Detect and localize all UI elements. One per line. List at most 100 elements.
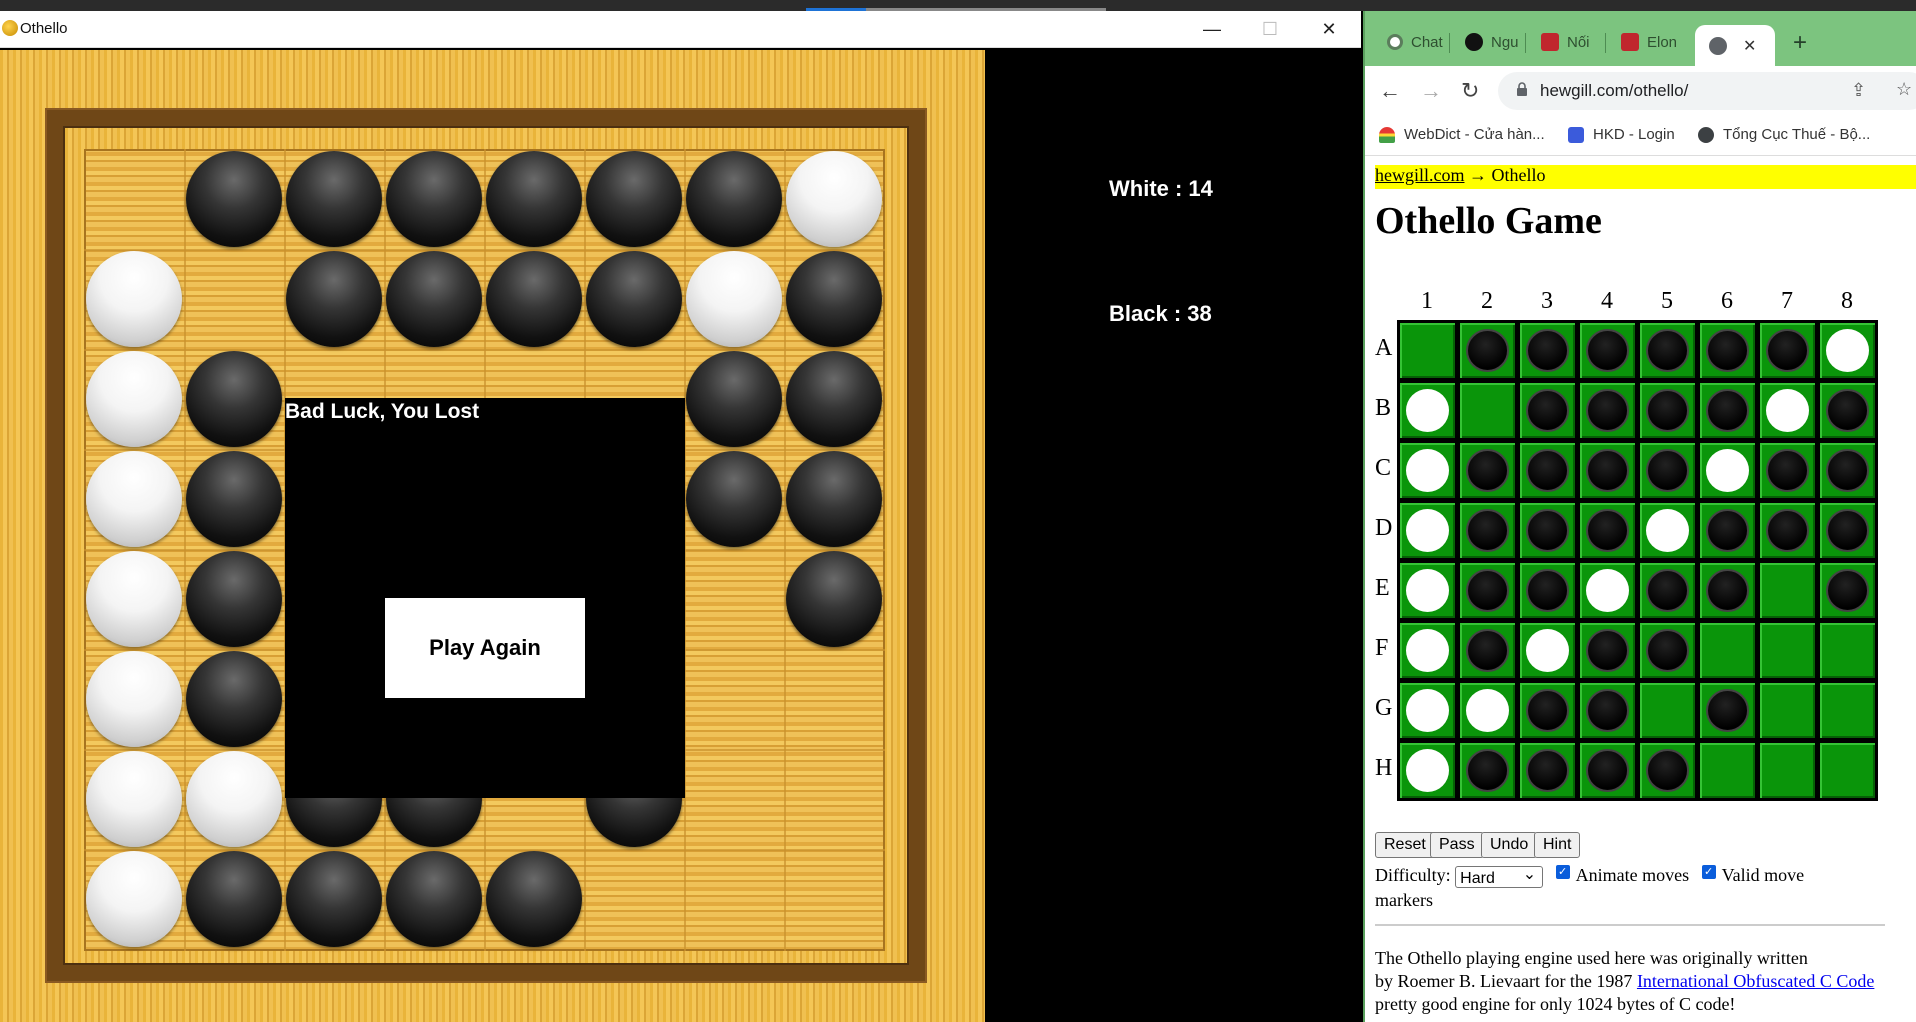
board-cell[interactable]	[1700, 323, 1755, 378]
board-cell[interactable]	[1700, 443, 1755, 498]
animate-checkbox[interactable]: ✓	[1555, 865, 1570, 879]
board-cell[interactable]	[1400, 443, 1455, 498]
board-cell[interactable]	[1580, 323, 1635, 378]
board-cell[interactable]	[1760, 743, 1815, 798]
board-cell[interactable]	[1820, 623, 1875, 678]
pass-button[interactable]: Pass	[1430, 832, 1484, 858]
board-cell[interactable]	[1460, 443, 1515, 498]
reset-button[interactable]: Reset	[1375, 832, 1435, 858]
forward-icon[interactable]: →	[1420, 78, 1442, 104]
tab-github[interactable]: Ngu	[1465, 25, 1519, 59]
board-cell[interactable]	[1640, 743, 1695, 798]
reload-icon[interactable]: ↻	[1461, 78, 1479, 104]
close-tab-icon[interactable]: ✕	[1743, 36, 1756, 56]
board-cell[interactable]	[1460, 623, 1515, 678]
board-cell[interactable]	[1700, 623, 1755, 678]
board-cell[interactable]	[1760, 383, 1815, 438]
black-disc	[586, 151, 682, 247]
board-cell[interactable]	[1820, 743, 1875, 798]
board-cell[interactable]	[1580, 563, 1635, 618]
board-cell[interactable]	[1400, 623, 1455, 678]
bookmark-tong-cuc-thue[interactable]: Tổng Cục Thuế - Bộ...	[1698, 126, 1870, 143]
board-cell[interactable]	[1520, 563, 1575, 618]
board-cell[interactable]	[1700, 743, 1755, 798]
board-cell[interactable]	[1400, 323, 1455, 378]
board-cell[interactable]	[1700, 683, 1755, 738]
minimize-button[interactable]: —	[1183, 11, 1241, 48]
close-button[interactable]: ✕	[1300, 11, 1358, 48]
board-cell[interactable]	[1760, 503, 1815, 558]
address-bar[interactable]: hewgill.com/othello/ ⇪ ☆	[1498, 72, 1916, 110]
board-cell[interactable]	[1520, 503, 1575, 558]
othello-board[interactable]	[1397, 320, 1878, 801]
board-cell[interactable]	[1580, 383, 1635, 438]
board-cell[interactable]	[1460, 323, 1515, 378]
board-cell[interactable]	[1640, 383, 1695, 438]
new-tab-button[interactable]: +	[1793, 29, 1807, 57]
board-cell[interactable]	[1640, 623, 1695, 678]
board-cell[interactable]	[1640, 683, 1695, 738]
board-cell[interactable]	[1820, 383, 1875, 438]
board-cell[interactable]	[1400, 383, 1455, 438]
board-cell[interactable]	[1820, 323, 1875, 378]
home-link[interactable]: hewgill.com	[1375, 165, 1464, 185]
board-cell[interactable]	[1760, 623, 1815, 678]
board-cell[interactable]	[1400, 503, 1455, 558]
bookmark-hkd[interactable]: HKD - Login	[1568, 126, 1675, 143]
board-cell[interactable]	[1640, 563, 1695, 618]
white-disc	[786, 151, 882, 247]
maximize-button[interactable]: ☐	[1241, 11, 1299, 48]
ioccc-link[interactable]: International Obfuscated C Code	[1637, 971, 1874, 991]
tab-active-othello[interactable]: ✕	[1695, 25, 1775, 66]
bookmark-webdict[interactable]: WebDict - Cửa hàn...	[1379, 126, 1545, 143]
board-cell[interactable]	[1460, 563, 1515, 618]
white-disc	[86, 251, 182, 347]
board-cell[interactable]	[1400, 563, 1455, 618]
board-cell[interactable]	[1520, 323, 1575, 378]
board-cell[interactable]	[1640, 323, 1695, 378]
board-cell[interactable]	[1700, 383, 1755, 438]
board-cell[interactable]	[1520, 743, 1575, 798]
board-cell[interactable]	[1520, 443, 1575, 498]
board-cell[interactable]	[1640, 443, 1695, 498]
board-cell[interactable]	[1460, 683, 1515, 738]
board-cell[interactable]	[1580, 623, 1635, 678]
board-cell[interactable]	[1520, 383, 1575, 438]
back-icon[interactable]: ←	[1379, 78, 1401, 104]
play-again-button[interactable]: Play Again	[385, 598, 585, 698]
board-cell[interactable]	[1520, 683, 1575, 738]
tab-elon[interactable]: Elon	[1621, 25, 1677, 59]
difficulty-select[interactable]: Hard	[1455, 863, 1544, 888]
hint-button[interactable]: Hint	[1534, 832, 1581, 858]
board-cell[interactable]	[1460, 743, 1515, 798]
board-cell[interactable]	[1700, 503, 1755, 558]
board-cell[interactable]	[1460, 503, 1515, 558]
board-cell[interactable]	[1700, 563, 1755, 618]
board-cell[interactable]	[1580, 443, 1635, 498]
share-icon[interactable]: ⇪	[1851, 80, 1866, 101]
board-cell[interactable]	[1460, 383, 1515, 438]
black-disc	[786, 451, 882, 547]
board-cell[interactable]	[1520, 623, 1575, 678]
board-cell[interactable]	[1820, 683, 1875, 738]
valid-markers-checkbox[interactable]: ✓	[1701, 865, 1716, 879]
board-cell[interactable]	[1580, 503, 1635, 558]
board-cell[interactable]	[1400, 743, 1455, 798]
board-cell[interactable]	[1760, 323, 1815, 378]
tab-noi[interactable]: Nối	[1541, 25, 1590, 59]
board-cell[interactable]	[1820, 563, 1875, 618]
star-icon[interactable]: ☆	[1896, 79, 1912, 100]
black-disc	[286, 251, 382, 347]
board-cell[interactable]	[1580, 743, 1635, 798]
board-cell[interactable]	[1760, 683, 1815, 738]
black-disc	[1526, 449, 1569, 492]
board-cell[interactable]	[1400, 683, 1455, 738]
board-cell[interactable]	[1760, 443, 1815, 498]
board-cell[interactable]	[1580, 683, 1635, 738]
undo-button[interactable]: Undo	[1481, 832, 1538, 858]
board-cell[interactable]	[1640, 503, 1695, 558]
tab-chat[interactable]: Chat	[1387, 25, 1443, 59]
board-cell[interactable]	[1760, 563, 1815, 618]
board-cell[interactable]	[1820, 503, 1875, 558]
board-cell[interactable]	[1820, 443, 1875, 498]
